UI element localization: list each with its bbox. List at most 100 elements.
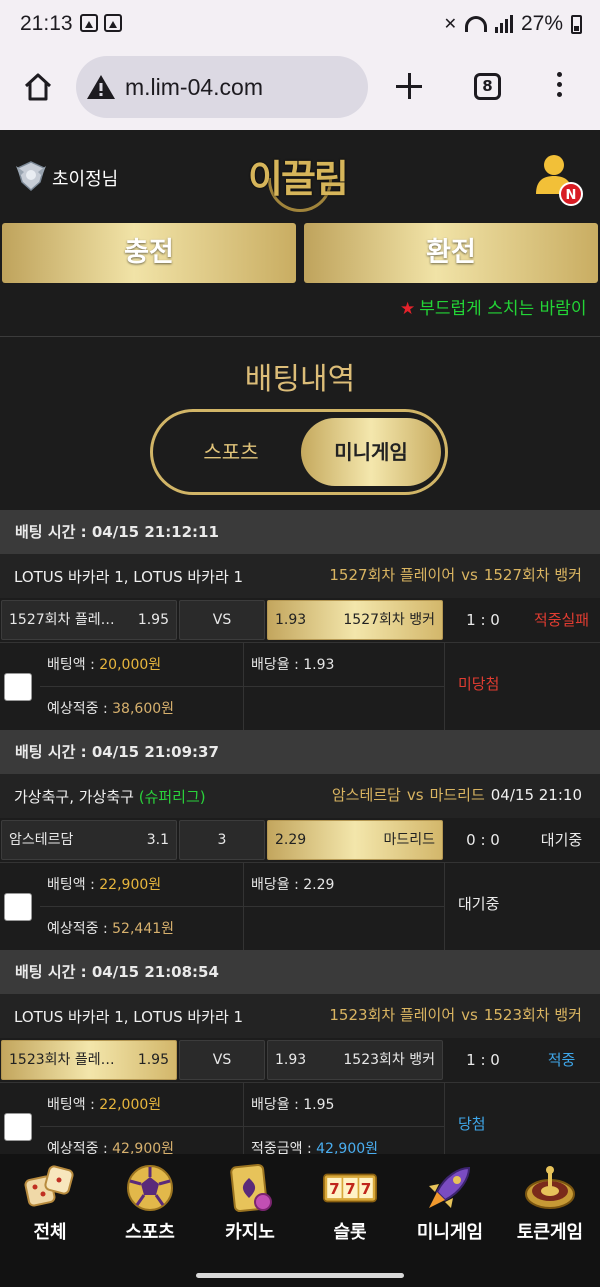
roulette-icon <box>525 1166 575 1209</box>
bet-outcome: 대기중 <box>458 895 500 913</box>
more-menu-icon[interactable] <box>557 72 565 102</box>
exchange-button[interactable]: 환전 <box>304 223 598 283</box>
away-odds: 2.29 <box>275 832 307 848</box>
address-bar[interactable]: m.lim-04.com <box>76 56 368 118</box>
match-home: 암스테르담 <box>331 786 401 804</box>
star-icon: ★ <box>400 299 416 319</box>
bet-amount-value: 22,000원 <box>99 1097 162 1113</box>
win-amount <box>244 907 445 951</box>
away-pick[interactable]: 2.29 마드리드 <box>267 820 443 860</box>
bet-card: 배팅 시간 : 04/15 21:09:37 가상축구, 가상축구 (슈퍼리그)… <box>0 730 600 951</box>
odds-info: 배당율 : 1.95 <box>244 1083 445 1127</box>
away-name: 마드리드 <box>383 832 435 848</box>
home-pick[interactable]: 1523회차 플레… 1.95 <box>1 1040 177 1080</box>
signal-icon <box>494 15 513 33</box>
warning-icon[interactable] <box>86 74 116 100</box>
home-pick[interactable]: 암스테르담 3.1 <box>1 820 177 860</box>
match-vs: vs <box>461 566 478 584</box>
bet-amount: 배팅액 : 22,000원 <box>40 1083 244 1127</box>
odds-label: 배당율 : <box>251 1097 304 1113</box>
url-text[interactable]: m.lim-04.com <box>125 74 263 101</box>
draw-pick[interactable]: VS <box>179 1040 265 1080</box>
svg-text:7: 7 <box>361 1180 372 1198</box>
odds-row: 암스테르담 3.1 3 2.29 마드리드 0 : 0 대기중 <box>0 818 600 862</box>
match-away: 1523회차 뱅커 <box>483 1006 582 1024</box>
bet-amount-label: 배팅액 : <box>47 657 100 673</box>
home-pick[interactable]: 1527회차 플레… 1.95 <box>1 600 177 640</box>
battery-icon <box>571 14 582 34</box>
bottom-nav: 전체 스포츠 카지노 7 7 7 슬롯 미니게임 토큰게임 <box>0 1154 600 1254</box>
away-name: 1527회차 뱅커 <box>343 612 435 628</box>
nav-slot[interactable]: 7 7 7 슬롯 <box>300 1154 400 1254</box>
nav-label: 카지노 <box>225 1222 275 1243</box>
bet-outcome: 미당첨 <box>458 675 500 693</box>
match-info: 암스테르담 vs 마드리드 04/15 21:10 <box>332 784 582 805</box>
game-name: LOTUS 바카라 1, LOTUS 바카라 1 <box>14 1006 243 1027</box>
expected-label: 예상적중 : <box>47 921 113 937</box>
bet-amount-label: 배팅액 : <box>47 877 100 893</box>
tab-switcher-button[interactable]: 8 <box>474 73 501 100</box>
bet-detail-grid: 배팅액 : 22,900원 배당율 : 2.29 예상적중 : 52,441원 <box>40 863 445 951</box>
home-name: 1527회차 플레… <box>9 612 115 628</box>
match-vs: vs <box>406 786 424 804</box>
match-date: 04/15 21:10 <box>490 786 582 804</box>
home-name: 1523회차 플레… <box>9 1052 115 1068</box>
draw-pick[interactable]: 3 <box>179 820 265 860</box>
odds-value: 1.95 <box>303 1097 335 1113</box>
nav-token-game[interactable]: 토큰게임 <box>500 1154 600 1254</box>
nav-label: 스포츠 <box>125 1222 175 1243</box>
score: 1 : 0 <box>466 611 500 629</box>
expected-win: 예상적중 : 52,441원 <box>40 907 244 951</box>
notice-text: 부드럽게 스치는 바람이 <box>419 299 587 319</box>
battery-percent: 27% <box>520 12 563 35</box>
expected-value: 52,441원 <box>112 921 175 937</box>
page: 21:13 ✕ 27% m.lim-04.com 8 초이정님 이끌림 N 충전… <box>0 0 600 1287</box>
nav-all[interactable]: 전체 <box>0 1154 100 1254</box>
bet-time: 배팅 시간 : 04/15 21:09:37 <box>0 730 600 774</box>
slot-777-icon: 7 7 7 <box>323 1173 377 1203</box>
bet-outcome: 당첨 <box>458 1115 486 1133</box>
notification-badge[interactable]: N <box>559 182 583 206</box>
score: 0 : 0 <box>466 831 500 849</box>
bet-game-line: LOTUS 바카라 1, LOTUS 바카라 1 1523회차 플레이어 vs 15… <box>0 994 600 1038</box>
odds-label: 배당율 : <box>251 657 304 673</box>
new-tab-icon[interactable] <box>396 73 422 99</box>
bet-checkbox[interactable] <box>4 893 32 921</box>
nav-label: 슬롯 <box>333 1222 367 1243</box>
gallery-icon <box>80 14 98 32</box>
notice-marquee: ★ 부드럽게 스치는 바람이 <box>400 294 600 319</box>
gesture-handle[interactable] <box>196 1273 404 1278</box>
soccer-ball-icon <box>127 1165 173 1211</box>
divider <box>0 336 600 337</box>
status-bar: 21:13 ✕ 27% <box>0 0 600 52</box>
bet-checkbox[interactable] <box>4 1113 32 1141</box>
nav-label: 전체 <box>33 1222 67 1243</box>
notification-icons <box>80 14 122 32</box>
tab-minigame[interactable]: 미니게임 <box>301 418 441 486</box>
nav-casino[interactable]: 카지노 <box>200 1154 300 1254</box>
bet-detail: 배팅액 : 22,900원 배당율 : 2.29 예상적중 : 52,441원 … <box>0 862 600 951</box>
game-title: LOTUS 바카라 1, LOTUS 바카라 1 <box>14 568 244 586</box>
mute-icon: ✕ <box>443 16 457 33</box>
game-title: 가상축구, 가상축구 <box>14 788 134 806</box>
away-pick[interactable]: 1.93 1523회차 뱅커 <box>267 1040 443 1080</box>
draw-pick[interactable]: VS <box>179 600 265 640</box>
dice-icon <box>24 1165 74 1207</box>
nav-sports[interactable]: 스포츠 <box>100 1154 200 1254</box>
logo-text: 이끌림 <box>248 157 349 201</box>
home-icon[interactable] <box>22 71 54 103</box>
league-name: (슈퍼리그) <box>138 788 206 806</box>
away-name: 1523회차 뱅커 <box>343 1052 435 1068</box>
bet-card: 배팅 시간 : 04/15 21:12:11 LOTUS 바카라 1, LOTU… <box>0 510 600 731</box>
away-pick[interactable]: 1.93 1527회차 뱅커 <box>267 600 443 640</box>
game-title: LOTUS 바카라 1, LOTUS 바카라 1 <box>14 1008 244 1026</box>
tab-sports[interactable]: 스포츠 <box>161 418 301 486</box>
charge-button[interactable]: 충전 <box>2 223 296 283</box>
odds-row: 1527회차 플레… 1.95 VS 1.93 1527회차 뱅커 1 : 0 적중… <box>0 598 600 642</box>
site-logo[interactable]: 이끌림 <box>240 140 360 212</box>
match-info: 1527회차 플레이어 vs 1527회차 뱅커 <box>329 564 582 585</box>
username[interactable]: 초이정님 <box>52 165 118 191</box>
nav-minigame[interactable]: 미니게임 <box>400 1154 500 1254</box>
bet-checkbox[interactable] <box>4 673 32 701</box>
away-odds: 1.93 <box>275 612 307 628</box>
